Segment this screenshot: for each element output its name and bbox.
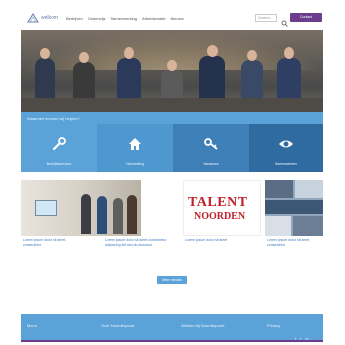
search-input[interactable]: Zoeken... [255,14,277,22]
tile-label: Samenwerken [274,162,298,166]
tile-vacatures[interactable]: Vacatures [173,124,249,172]
logo-mark-icon [27,13,39,23]
tile-label: Bedrijfsservices [46,162,72,166]
main-nav: Bedrijven Onderwijs Samenwerking Arbeids… [66,16,184,21]
house-icon [127,136,143,152]
news-card[interactable]: Lorem ipsum dolor sit amet consectetur [265,180,323,270]
wrench-icon [51,136,67,152]
site-footer: Menu Over Noorderpoort Werken bij Noorde… [21,314,323,342]
talent-logo-line2: NOORDEN [194,211,246,222]
hero-person-head [247,50,257,61]
hero-floor [21,98,323,112]
more-news-button[interactable]: Meer nieuws [157,276,187,284]
nav-item[interactable]: Arbeidsmarkt [142,16,166,21]
news-title[interactable]: Lorem ipsum dolor sit amet consectetur a… [105,238,177,248]
band-title: Waarmee kunnen wij helpen? [27,116,80,121]
news-card[interactable]: TALENT NOORDEN Lorem ipsum dolor sit ame… [183,180,263,270]
hero-person-head [79,52,89,63]
news-title[interactable]: Lorem ipsum dolor sit amet [185,238,259,243]
tile-samenwerken[interactable]: Samenwerken [249,124,323,172]
hero-person-head [167,60,177,71]
key-icon [203,136,219,152]
hero-person-head [284,47,294,59]
tile-bedrijfsservices[interactable]: Bedrijfsservices [21,124,97,172]
contact-button[interactable]: Contact [290,13,322,22]
news-image-event-collage [265,180,323,236]
eye-icon [278,136,294,152]
hero-photo [21,30,323,112]
logo-text: welkom [41,15,58,21]
nav-item[interactable]: Nieuws [171,16,184,21]
tile-label: Vacatures [203,162,219,166]
site-header: welkom Bedrijven Onderwijs Samenwerking … [21,8,323,30]
news-card[interactable]: Lorem ipsum dolor sit amet consectetur a… [101,180,179,270]
hero-person-head [40,48,50,59]
site-logo[interactable]: welkom [27,13,58,23]
nav-item[interactable]: Onderwijs [88,16,106,21]
collage-tile [265,216,291,236]
footer-link[interactable]: Over Noorderpoort [101,323,134,328]
screen-shape [35,200,57,216]
talent-logo: TALENT NOORDEN [183,180,261,236]
nav-item[interactable]: Samenwerking [110,16,136,21]
tile-label: Huisvesting [125,162,145,166]
hero-person-head [207,45,218,57]
footer-link[interactable]: Menu [27,323,37,328]
person-shape [81,194,91,234]
talent-logo-line1: TALENT [188,195,248,210]
collage-tile [265,180,293,198]
news-title[interactable]: Lorem ipsum dolor sit amet, consectetur [23,238,83,248]
nav-item[interactable]: Bedrijven [66,16,83,21]
search-icon[interactable] [281,14,288,27]
news-title[interactable]: Lorem ipsum dolor sit amet consectetur [267,238,323,248]
collage-tile [295,180,323,198]
collage-tile [265,200,323,214]
footer-link[interactable]: Werken bij Noorderpoort [181,323,225,328]
footer-link[interactable]: Privacy [267,323,280,328]
collage-tile [293,216,323,236]
page: welkom Bedrijven Onderwijs Samenwerking … [21,8,323,342]
tile-huisvesting[interactable]: Huisvesting [97,124,173,172]
services-band: Waarmee kunnen wij helpen? Bedrijfsservi… [21,112,323,172]
footer-accent-strip [21,340,323,342]
hero-person-head [124,47,134,59]
